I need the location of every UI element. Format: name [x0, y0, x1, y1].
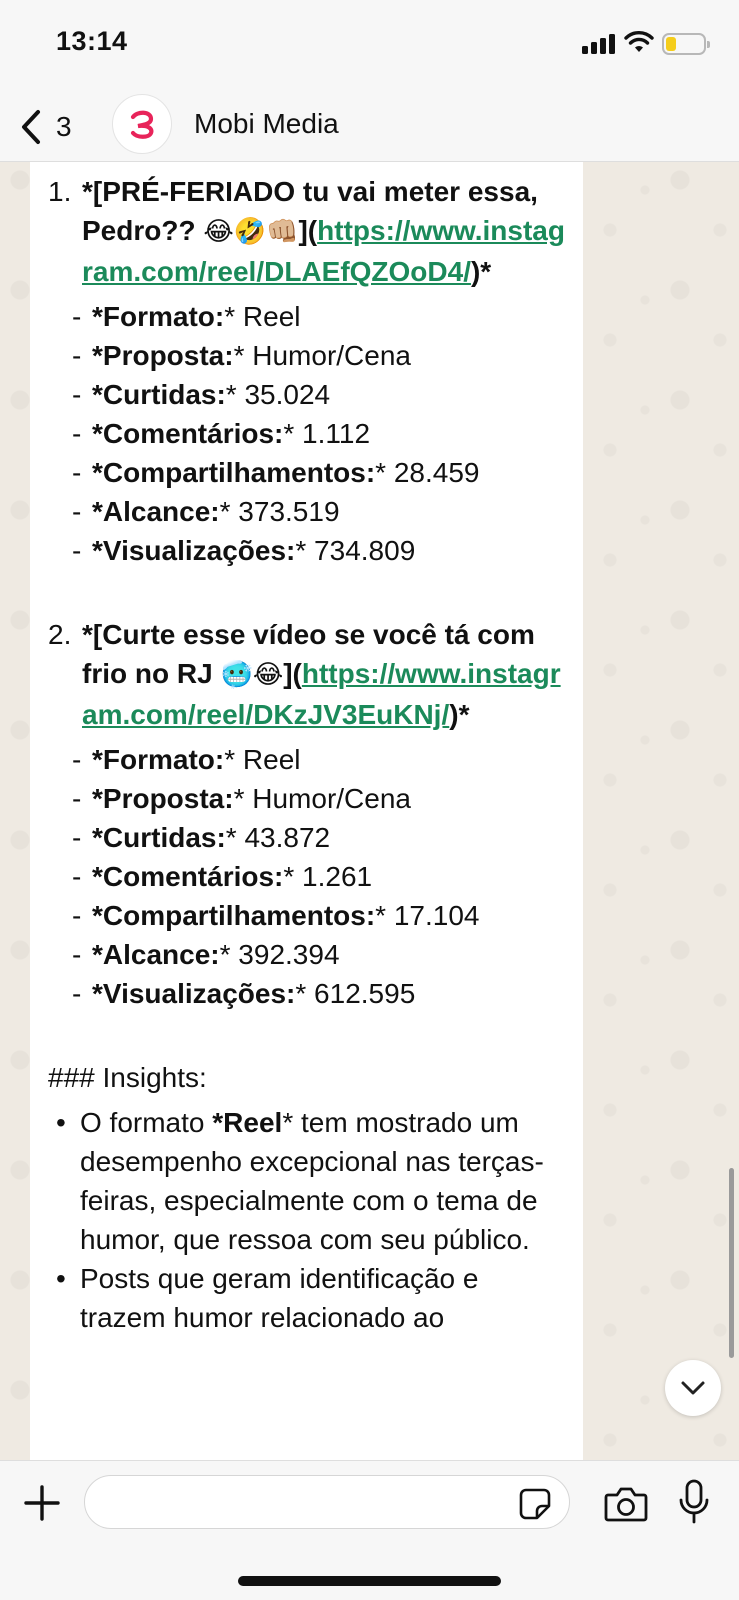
- insight-text: Posts que geram identificação e trazem h…: [80, 1263, 479, 1333]
- insights-list: • O formato *Reel* tem mostrado um desem…: [48, 1103, 567, 1337]
- insight-bold: *Reel: [212, 1107, 283, 1138]
- detail-label: *Compartilhamentos:: [92, 900, 376, 931]
- detail-row: - *Curtidas: * 43.872: [72, 818, 567, 857]
- home-indicator[interactable]: [238, 1576, 501, 1586]
- post-details: - *Formato: * Reel - *Proposta: * Humor/Cena…: [48, 740, 567, 1013]
- post-item: 2. *[Curte esse vídeo se você tá com fri…: [48, 615, 567, 734]
- detail-row: - *Compartilhamentos: * 28.459: [72, 453, 567, 492]
- detail-label: *Compartilhamentos:: [92, 457, 376, 488]
- post-emojis: 😂🤣👊🏼: [203, 217, 299, 247]
- detail-label: *Curtidas:: [92, 822, 226, 853]
- status-time: 13:14: [56, 26, 128, 56]
- detail-value: * Humor/Cena: [233, 340, 411, 371]
- detail-row: - *Proposta: * Humor/Cena: [72, 779, 567, 818]
- detail-label: *Alcance:: [92, 939, 220, 970]
- chevron-down-icon: [681, 1381, 705, 1395]
- chevron-left-icon: [22, 110, 40, 144]
- post-title-suffix: )*: [470, 256, 492, 287]
- message-input[interactable]: [84, 1475, 570, 1529]
- detail-label: *Visualizações:: [92, 978, 296, 1009]
- detail-value: * 734.809: [295, 535, 416, 566]
- detail-row: - *Formato: * Reel: [72, 297, 567, 336]
- detail-row: - *Visualizações: * 734.809: [72, 531, 567, 570]
- detail-value: * 612.595: [295, 978, 416, 1009]
- insight-item: • O formato *Reel* tem mostrado um desem…: [56, 1107, 544, 1255]
- mobi-media-logo-icon: [130, 110, 154, 139]
- insight-text: O formato: [80, 1107, 213, 1138]
- detail-row: - *Comentários: * 1.261: [72, 857, 567, 896]
- status-bar: 13:14: [0, 0, 739, 90]
- unread-count: 3: [56, 111, 72, 142]
- battery-icon: [662, 33, 710, 55]
- detail-value: * 373.519: [219, 496, 340, 527]
- avatar[interactable]: [112, 94, 172, 154]
- detail-value: * Reel: [224, 744, 301, 775]
- detail-label: *Formato:: [92, 301, 225, 332]
- detail-row: - *Formato: * Reel: [72, 740, 567, 779]
- post-details: - *Formato: * Reel - *Proposta: * Humor/Cena…: [48, 297, 567, 570]
- post-title: *[Curte esse vídeo se você tá com frio n…: [82, 615, 567, 734]
- camera-icon[interactable]: [604, 1485, 648, 1523]
- scrollbar[interactable]: [729, 1168, 734, 1358]
- detail-value: * 43.872: [225, 822, 331, 853]
- bracket-open: ](: [283, 658, 302, 689]
- detail-label: *Proposta:: [92, 340, 234, 371]
- plus-icon[interactable]: [22, 1483, 62, 1523]
- post-number: 2.: [48, 619, 72, 650]
- post-title: *[PRÉ-FERIADO tu vai meter essa, Pedro??…: [82, 172, 567, 291]
- detail-row: - *Visualizações: * 612.595: [72, 974, 567, 1013]
- detail-row: - *Alcance: * 373.519: [72, 492, 567, 531]
- back-button[interactable]: 3: [18, 106, 88, 148]
- detail-value: * Humor/Cena: [233, 783, 411, 814]
- detail-value: * 1.112: [283, 418, 371, 449]
- sticker-icon[interactable]: [518, 1487, 552, 1521]
- insights-heading: ### Insights:: [48, 1062, 207, 1093]
- message-bubble: 1. *[PRÉ-FERIADO tu vai meter essa, Pedr…: [30, 162, 583, 1462]
- signal-icon: [582, 34, 616, 54]
- detail-row: - *Compartilhamentos: * 17.104: [72, 896, 567, 935]
- detail-label: *Comentários:: [92, 861, 284, 892]
- detail-label: *Formato:: [92, 744, 225, 775]
- microphone-icon[interactable]: [678, 1479, 710, 1525]
- detail-row: - *Comentários: * 1.112: [72, 414, 567, 453]
- chat-header: 3 Mobi Media: [0, 90, 739, 162]
- detail-label: *Visualizações:: [92, 535, 296, 566]
- scroll-to-bottom-button[interactable]: [665, 1360, 721, 1416]
- detail-value: * 1.261: [283, 861, 373, 892]
- detail-value: * 28.459: [375, 457, 480, 488]
- post-title-suffix: )*: [449, 699, 470, 730]
- detail-value: * 35.024: [225, 379, 331, 410]
- insight-item: • Posts que geram identificação e trazem…: [56, 1263, 479, 1333]
- detail-label: *Alcance:: [92, 496, 220, 527]
- detail-label: *Proposta:: [92, 783, 234, 814]
- detail-value: * 392.394: [219, 939, 340, 970]
- chat-name[interactable]: Mobi Media: [194, 108, 339, 140]
- detail-row: - *Alcance: * 392.394: [72, 935, 567, 974]
- post-emojis: 🥶😂: [220, 660, 284, 690]
- post-item: 1. *[PRÉ-FERIADO tu vai meter essa, Pedr…: [48, 172, 567, 291]
- post-number: 1.: [48, 176, 72, 207]
- detail-row: - *Curtidas: * 35.024: [72, 375, 567, 414]
- bracket-open: ](: [298, 215, 318, 246]
- detail-row: - *Proposta: * Humor/Cena: [72, 336, 567, 375]
- detail-label: *Curtidas:: [92, 379, 226, 410]
- wifi-icon: [624, 31, 654, 52]
- detail-value: * Reel: [224, 301, 301, 332]
- detail-label: *Comentários:: [92, 418, 284, 449]
- detail-value: * 17.104: [375, 900, 480, 931]
